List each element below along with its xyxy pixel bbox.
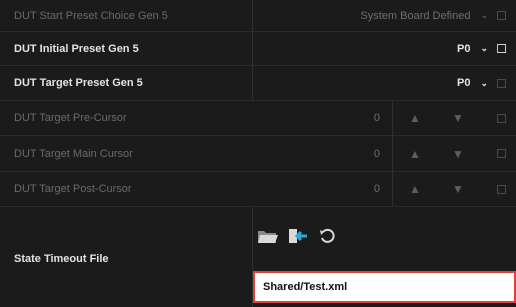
state-timeout-file-path: Shared/Test.xml bbox=[263, 281, 348, 293]
start-preset-choice-value: System Board Defined bbox=[360, 9, 471, 22]
chevron-down-icon: ⌄ bbox=[480, 77, 488, 88]
folder-open-icon[interactable] bbox=[256, 225, 280, 247]
target-post-cursor-input[interactable]: 0 bbox=[253, 172, 393, 206]
settings-panel: DUT Start Preset Choice Gen 5 System Boa… bbox=[0, 0, 516, 307]
import-arrow-icon[interactable] bbox=[286, 225, 310, 247]
start-preset-choice-label: DUT Start Preset Choice Gen 5 bbox=[14, 9, 168, 22]
row-initial-preset: DUT Initial Preset Gen 5 P0 ⌄ bbox=[0, 32, 516, 66]
chevron-down-icon: ⌄ bbox=[480, 43, 488, 53]
triangle-up-icon[interactable]: ▲ bbox=[400, 101, 430, 135]
target-pre-cursor-value: 0 bbox=[373, 112, 380, 124]
row-state-timeout-file: State Timeout File Shared/Test.xml bbox=[0, 207, 516, 307]
triangle-down-icon[interactable]: ▼ bbox=[443, 101, 473, 135]
target-main-cursor-label: DUT Target Main Cursor bbox=[14, 147, 133, 160]
target-pre-cursor-input[interactable]: 0 bbox=[253, 101, 393, 135]
triangle-up-icon[interactable]: ▲ bbox=[400, 172, 430, 206]
reset-icon[interactable] bbox=[316, 225, 340, 247]
target-pre-cursor-label: DUT Target Pre-Cursor bbox=[14, 112, 127, 124]
initial-preset-label: DUT Initial Preset Gen 5 bbox=[14, 42, 139, 55]
divider bbox=[252, 66, 253, 100]
target-post-cursor-label: DUT Target Post-Cursor bbox=[14, 183, 132, 195]
initial-preset-value: P0 bbox=[456, 42, 471, 55]
target-main-cursor-checkbox[interactable] bbox=[497, 149, 506, 158]
row-target-preset: DUT Target Preset Gen 5 P0 ⌄ bbox=[0, 66, 516, 101]
target-preset-label: DUT Target Preset Gen 5 bbox=[14, 77, 143, 89]
target-preset-checkbox[interactable] bbox=[497, 79, 506, 88]
start-preset-choice-dropdown[interactable]: System Board Defined ⌄ bbox=[360, 0, 488, 31]
start-preset-choice-checkbox[interactable] bbox=[497, 11, 506, 20]
target-main-cursor-value: 0 bbox=[373, 147, 380, 160]
target-preset-value: P0 bbox=[456, 77, 471, 89]
state-timeout-file-input[interactable]: Shared/Test.xml bbox=[253, 271, 516, 303]
triangle-down-icon[interactable]: ▼ bbox=[443, 172, 473, 206]
target-preset-dropdown[interactable]: P0 ⌄ bbox=[457, 66, 488, 100]
triangle-up-icon[interactable]: ▲ bbox=[400, 136, 430, 171]
target-pre-cursor-checkbox[interactable] bbox=[497, 114, 506, 123]
target-post-cursor-checkbox[interactable] bbox=[497, 185, 506, 194]
divider bbox=[252, 0, 253, 31]
row-start-preset-choice: DUT Start Preset Choice Gen 5 System Boa… bbox=[0, 0, 516, 32]
row-target-main-cursor: DUT Target Main Cursor 0 ▲ ▼ bbox=[0, 136, 516, 172]
file-toolbar bbox=[256, 225, 340, 247]
initial-preset-dropdown[interactable]: P0 ⌄ bbox=[457, 32, 488, 65]
divider bbox=[252, 32, 253, 65]
initial-preset-checkbox[interactable] bbox=[497, 44, 506, 53]
triangle-down-icon[interactable]: ▼ bbox=[443, 136, 473, 171]
state-timeout-file-label: State Timeout File bbox=[14, 253, 109, 265]
row-target-post-cursor: DUT Target Post-Cursor 0 ▲ ▼ bbox=[0, 172, 516, 207]
target-main-cursor-input[interactable]: 0 bbox=[253, 136, 393, 171]
row-target-pre-cursor: DUT Target Pre-Cursor 0 ▲ ▼ bbox=[0, 101, 516, 136]
target-post-cursor-value: 0 bbox=[373, 183, 380, 195]
chevron-down-icon: ⌄ bbox=[480, 10, 488, 20]
